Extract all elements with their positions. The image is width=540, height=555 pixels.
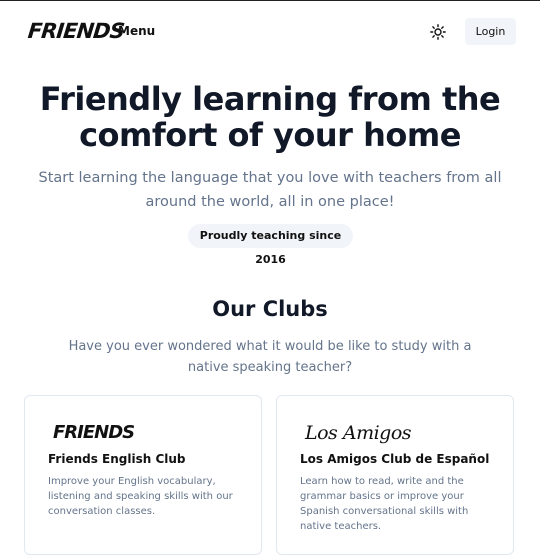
club-card-title: Friends English Club [48,452,186,466]
club-card-friends[interactable]: FRIENDS Friends English Club Improve you… [24,395,262,555]
menu-button[interactable]: Menu [118,24,155,38]
clubs-subtitle: Have you ever wondered what it would be … [68,339,472,375]
club-card-description: Learn how to read, write and the grammar… [300,476,469,532]
login-button[interactable]: Login [465,18,516,45]
friends-club-logo: FRIENDS [53,422,135,443]
logo-text: FRIENDS [26,19,126,43]
club-card-description: Improve your English vocabulary, listeni… [48,476,233,517]
club-card-title: Los Amigos Club de Español [300,452,490,466]
hero-title: Friendly learning from the comfort of yo… [0,81,540,153]
clubs-title: Our Clubs [212,297,328,321]
since-badge: Proudly teaching since 2016 [188,224,353,266]
hero-title-line-2: comfort of your home [79,116,461,154]
club-card-los-amigos[interactable]: Los Amigos Los Amigos Club de Español Le… [276,395,514,555]
site-header: FRIENDS Menu Login [0,1,540,63]
hero-subtitle: Start learning the language that you lov… [38,170,502,210]
sun-icon[interactable] [430,24,446,40]
friends-logo[interactable]: FRIENDS [26,19,126,47]
los-amigos-club-logo: Los Amigos [305,422,412,444]
hero-title-line-1: Friendly learning from the [39,80,501,118]
